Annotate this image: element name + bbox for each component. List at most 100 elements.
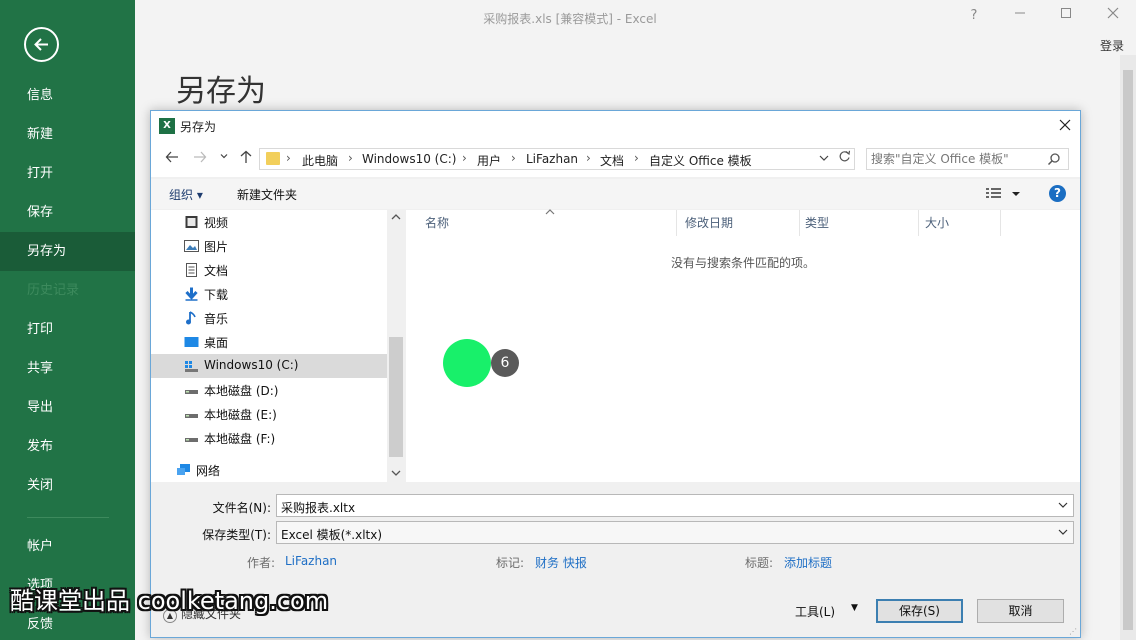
nav-history: 历史记录	[27, 283, 80, 298]
column-modified[interactable]: 修改日期	[681, 210, 800, 236]
organize-button[interactable]: 组织 ▾	[169, 186, 203, 203]
empty-message: 没有与搜索条件匹配的项。	[670, 256, 815, 270]
author-label: 作者:	[247, 556, 276, 570]
search-input[interactable]	[871, 151, 1041, 167]
scrollbar-thumb[interactable]	[1123, 70, 1133, 630]
navigation-scrollbar[interactable]	[387, 210, 405, 482]
sign-in-link[interactable]: 登录	[1100, 37, 1124, 54]
address-row: › 此电脑 › Windows10 (C:) › 用户 › LiFazhan ›…	[151, 141, 1080, 177]
breadcrumb-separator: ›	[348, 151, 353, 165]
music-icon	[186, 311, 196, 325]
address-dropdown-button[interactable]	[818, 151, 830, 168]
scroll-up-arrow[interactable]	[391, 213, 401, 224]
folder-icon	[266, 152, 280, 165]
resize-grip-icon[interactable]: ⋰	[1069, 627, 1077, 636]
network-icon	[177, 464, 190, 475]
back-button[interactable]	[24, 27, 59, 62]
nav-share[interactable]: 共享	[0, 349, 135, 388]
recent-locations-button[interactable]	[215, 150, 233, 168]
file-list[interactable]: 名称 修改日期 类型 大小 没有与搜索条件匹配的项。	[406, 208, 1080, 482]
tree-item-downloads[interactable]: 下载	[151, 282, 387, 306]
excel-icon: X	[159, 118, 175, 134]
tree-label: 本地磁盘 (F:)	[204, 432, 276, 446]
breadcrumb-this-pc[interactable]: 此电脑	[302, 152, 338, 169]
breadcrumb-documents[interactable]: 文档	[600, 152, 624, 169]
breadcrumb-users[interactable]: 用户	[477, 152, 501, 169]
breadcrumb-drive[interactable]: Windows10 (C:)	[362, 152, 456, 166]
desktop-icon	[184, 337, 199, 347]
cancel-button[interactable]: 取消	[977, 599, 1064, 623]
page-scrollbar[interactable]	[1120, 55, 1136, 640]
save-button[interactable]: 保存(S)	[876, 599, 963, 623]
column-type[interactable]: 类型	[801, 210, 919, 236]
nav-new[interactable]: 新建	[0, 115, 135, 154]
change-view-button[interactable]	[985, 186, 1023, 202]
nav-open[interactable]: 打开	[0, 154, 135, 193]
nav-print[interactable]: 打印	[0, 310, 135, 349]
help-button[interactable]: ?	[962, 6, 986, 26]
sort-caret-icon	[545, 208, 555, 218]
arrow-up-icon	[240, 150, 252, 163]
address-bar[interactable]: › 此电脑 › Windows10 (C:) › 用户 › LiFazhan ›…	[259, 148, 855, 170]
nav-save-as[interactable]: 另存为	[0, 232, 135, 271]
tools-dropdown-icon[interactable]: ▼	[851, 603, 858, 613]
tags-value[interactable]: 财务 快报	[535, 554, 587, 571]
up-nav-button[interactable]	[237, 150, 255, 168]
filetype-select[interactable]: Excel 模板(*.xltx)	[276, 521, 1074, 544]
new-folder-button[interactable]: 新建文件夹	[237, 186, 297, 203]
chevron-down-icon	[391, 470, 401, 476]
tree-item-pictures[interactable]: 图片	[151, 234, 387, 258]
breadcrumb-user[interactable]: LiFazhan	[526, 152, 578, 166]
tree-item-desktop[interactable]: 桌面	[151, 330, 387, 354]
column-size[interactable]: 大小	[921, 210, 1001, 236]
minimize-button[interactable]	[1008, 6, 1032, 26]
tree-item-videos[interactable]: 视频	[151, 210, 387, 234]
scroll-down-arrow[interactable]	[391, 469, 401, 480]
nav-export[interactable]: 导出	[0, 388, 135, 427]
nav-info[interactable]: 信息	[0, 76, 135, 115]
chevron-down-icon[interactable]	[1057, 498, 1069, 515]
tree-item-documents[interactable]: 文档	[151, 258, 387, 282]
help-icon[interactable]: ?	[1049, 185, 1066, 202]
tree-label: 下载	[204, 288, 229, 302]
documents-icon	[186, 263, 197, 277]
tree-label: Windows10 (C:)	[204, 358, 299, 372]
tree-item-drive-d[interactable]: 本地磁盘 (D:)	[151, 378, 387, 402]
dialog-titlebar: X 另存为	[151, 111, 1080, 141]
page-title: 另存为	[176, 74, 266, 109]
scrollbar-thumb[interactable]	[389, 337, 403, 457]
refresh-icon	[839, 150, 850, 162]
nav-publish[interactable]: 发布	[0, 427, 135, 466]
step-badge: 6	[491, 349, 519, 377]
tree-item-drive-f[interactable]: 本地磁盘 (F:)	[151, 426, 387, 450]
tree-item-system-drive[interactable]: Windows10 (C:)	[151, 354, 387, 378]
breadcrumb-separator: ›	[462, 151, 467, 165]
window-close-button[interactable]	[1101, 6, 1125, 26]
tree-label: 图片	[204, 240, 229, 254]
chevron-down-icon[interactable]	[1057, 525, 1069, 542]
filename-field[interactable]: 采购报表.xltx	[276, 494, 1074, 517]
tree-item-music[interactable]: 音乐	[151, 306, 387, 330]
forward-nav-button[interactable]	[191, 150, 209, 168]
nav-save[interactable]: 保存	[0, 193, 135, 232]
filetype-label: 保存类型(T):	[202, 528, 271, 542]
video-icon	[185, 216, 198, 228]
system-drive-icon	[185, 361, 198, 372]
title-value[interactable]: 添加标题	[784, 554, 832, 571]
tree-item-drive-e[interactable]: 本地磁盘 (E:)	[151, 402, 387, 426]
breadcrumb-templates[interactable]: 自定义 Office 模板	[649, 152, 752, 169]
refresh-button[interactable]	[835, 150, 853, 168]
pictures-icon	[184, 240, 199, 252]
back-nav-button[interactable]	[163, 150, 181, 168]
nav-account[interactable]: 帐户	[0, 527, 135, 566]
dialog-close-button[interactable]	[1054, 116, 1076, 136]
maximize-button[interactable]	[1054, 6, 1078, 26]
author-value[interactable]: LiFazhan	[285, 554, 337, 568]
tree-item-network[interactable]: 网络	[143, 458, 379, 482]
breadcrumb-separator: ›	[511, 151, 516, 165]
nav-close[interactable]: 关闭	[0, 466, 135, 505]
backstage-sidebar: 信息 新建 打开 保存 另存为 历史记录 打印 共享 导出 发布 关闭 帐户 选…	[0, 0, 135, 640]
tools-button[interactable]: 工具(L)	[795, 603, 835, 620]
search-field[interactable]	[866, 148, 1069, 170]
chevron-up-icon	[391, 214, 401, 220]
